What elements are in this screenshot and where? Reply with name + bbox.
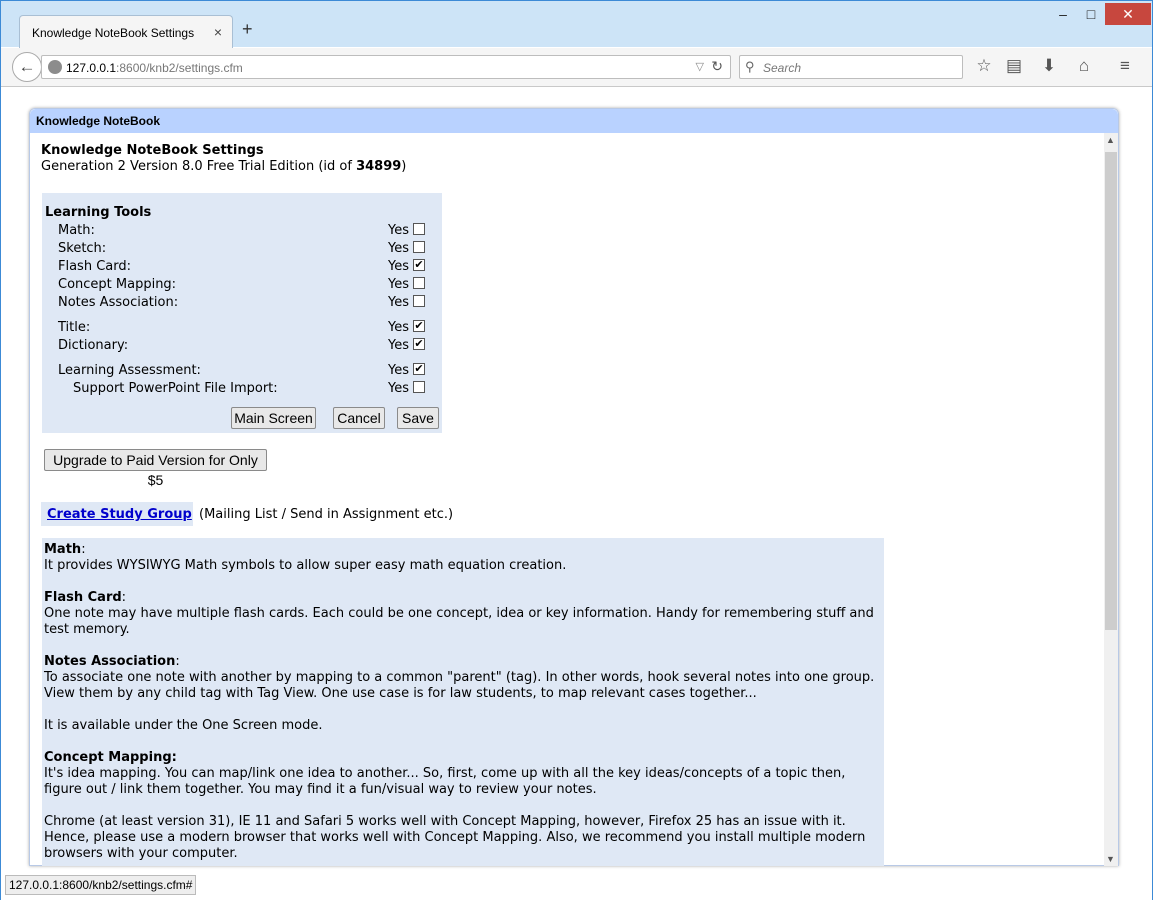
tab-close-icon[interactable]: × [214, 24, 222, 40]
page-content: Knowledge NoteBook Knowledge NoteBook Se… [1, 87, 1152, 873]
browser-tab[interactable]: Knowledge NoteBook Settings × [19, 15, 233, 48]
id-value: 34899 [356, 159, 402, 174]
panel-body: Knowledge NoteBook Settings Generation 2… [30, 133, 1105, 866]
create-study-group-link[interactable]: Create Study Group [47, 507, 192, 522]
concept-mapping-checkbox[interactable] [413, 277, 425, 289]
browser-window: Knowledge NoteBook Settings × + – □ ✕ ← … [0, 0, 1153, 900]
reload-icon[interactable]: ↻ [711, 58, 723, 75]
panel-header: Knowledge NoteBook [30, 109, 1118, 133]
tool-row-notes-association: Notes Association: Yes [42, 295, 442, 313]
tool-row-math: Math: Yes [42, 223, 442, 241]
sketch-checkbox[interactable] [413, 241, 425, 253]
page-title: Knowledge NoteBook Settings [41, 143, 264, 158]
description-box: Math: It provides WYSIWYG Math symbols t… [42, 538, 884, 866]
tool-row-dictionary: Dictionary: Yes ✔ [58, 337, 425, 353]
upgrade-button[interactable]: Upgrade to Paid Version for Only $5 [44, 449, 267, 488]
vertical-scrollbar[interactable]: ▲ ▼ [1104, 133, 1118, 866]
reading-list-icon[interactable]: ▤ [1003, 56, 1025, 76]
title-checkbox[interactable]: ✔ [413, 320, 425, 332]
tool-row-flash-card: Flash Card: Yes ✔ [58, 258, 425, 274]
home-icon[interactable]: ⌂ [1073, 56, 1095, 76]
concept-mapping-text: It's idea mapping. You can map/link one … [44, 766, 846, 797]
save-button[interactable]: Save [397, 407, 439, 429]
back-arrow-icon[interactable]: ← [12, 52, 42, 82]
tool-row-learning-assessment: Learning Assessment: Yes ✔ [58, 362, 425, 378]
learning-assessment-checkbox[interactable]: ✔ [413, 363, 425, 375]
maximize-icon[interactable]: □ [1076, 3, 1106, 25]
flash-card-checkbox[interactable]: ✔ [413, 259, 425, 271]
close-window-icon[interactable]: ✕ [1105, 3, 1151, 25]
math-checkbox[interactable] [413, 223, 425, 235]
globe-icon [48, 60, 62, 74]
navigation-bar: ← 127.0.0.1:8600/knb2/settings.cfm ▽ ↻ ⚲… [1, 48, 1152, 87]
status-url: 127.0.0.1:8600/knb2/settings.cfm# [5, 875, 197, 895]
address-bar[interactable]: 127.0.0.1:8600/knb2/settings.cfm ▽ ↻ [41, 55, 731, 79]
settings-panel: Knowledge NoteBook Knowledge NoteBook Se… [29, 108, 1119, 866]
main-screen-button[interactable]: Main Screen [231, 407, 316, 429]
new-tab-icon[interactable]: + [242, 19, 253, 40]
flash-card-heading: Flash Card [44, 590, 122, 605]
math-text: It provides WYSIWYG Math symbols to allo… [44, 558, 567, 573]
dictionary-checkbox[interactable]: ✔ [413, 338, 425, 350]
tab-title: Knowledge NoteBook Settings [32, 26, 195, 40]
bookmark-star-icon[interactable]: ☆ [973, 56, 995, 76]
tool-row-sketch: Sketch: Yes [42, 241, 442, 259]
learning-tools-heading: Learning Tools [45, 205, 152, 220]
search-icon: ⚲ [745, 59, 755, 74]
search-box[interactable]: ⚲ Search [739, 55, 963, 79]
scroll-down-icon[interactable]: ▼ [1106, 854, 1115, 864]
tool-row-powerpoint-import: Support PowerPoint File Import: Yes [42, 381, 442, 399]
url-text: 127.0.0.1:8600/knb2/settings.cfm [66, 61, 243, 75]
concept-mapping-heading: Concept Mapping: [44, 750, 177, 765]
study-group-link-box: Create Study Group [41, 502, 193, 526]
search-placeholder: Search [763, 61, 802, 75]
title-bar: Knowledge NoteBook Settings × + – □ ✕ [1, 1, 1152, 48]
notes-association-checkbox[interactable] [413, 295, 425, 307]
scrollbar-thumb[interactable] [1105, 152, 1117, 630]
scroll-up-icon[interactable]: ▲ [1106, 135, 1115, 145]
tool-row-concept-mapping: Concept Mapping: Yes [42, 277, 442, 295]
notes-association-text: To associate one note with another by ma… [44, 670, 875, 701]
math-heading: Math [44, 542, 82, 557]
tool-row-title: Title: Yes ✔ [58, 319, 425, 335]
menu-icon[interactable]: ≡ [1114, 56, 1136, 76]
notes-association-text-2: It is available under the One Screen mod… [44, 718, 323, 733]
dropdown-arrow-icon[interactable]: ▽ [696, 60, 704, 73]
flash-card-text: One note may have multiple flash cards. … [44, 606, 874, 637]
notes-association-heading: Notes Association [44, 654, 176, 669]
concept-mapping-text-2: Chrome (at least version 31), IE 11 and … [44, 814, 866, 861]
status-bar: 127.0.0.1:8600/knb2/settings.cfm# [1, 873, 1152, 900]
minimize-icon[interactable]: – [1048, 3, 1078, 25]
learning-tools-box: Learning Tools Math: Yes Sketch: Yes Flash… [42, 193, 442, 433]
cancel-button[interactable]: Cancel [333, 407, 385, 429]
download-icon[interactable]: ⬇ [1038, 56, 1060, 76]
study-group-note: (Mailing List / Send in Assignment etc.) [199, 507, 454, 522]
powerpoint-import-checkbox[interactable] [413, 381, 425, 393]
version-line: Generation 2 Version 8.0 Free Trial Edit… [41, 159, 407, 174]
